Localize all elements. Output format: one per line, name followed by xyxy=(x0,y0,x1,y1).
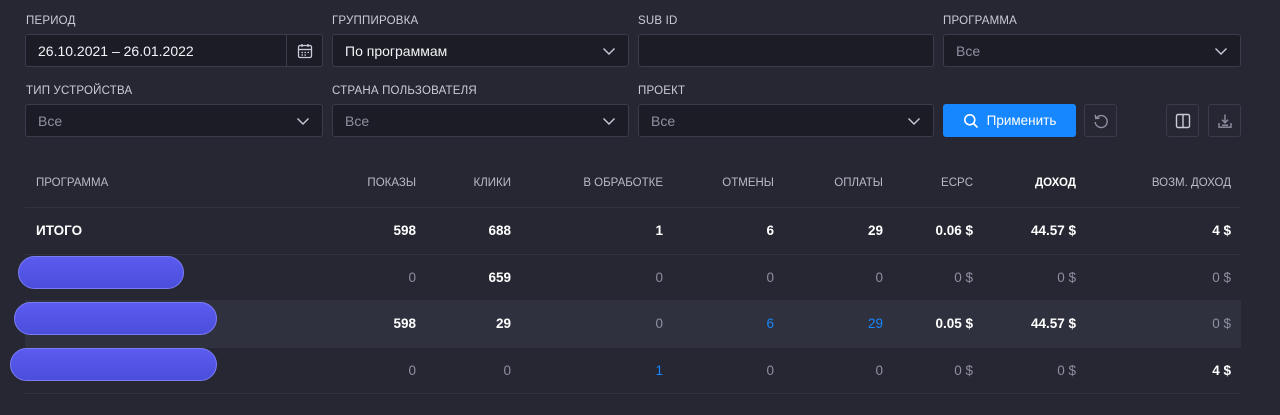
header-income[interactable]: ДОХОД xyxy=(1035,158,1076,207)
reset-icon xyxy=(1094,114,1108,128)
cell-cancels: 6 xyxy=(766,223,774,239)
reset-button[interactable] xyxy=(1084,104,1117,137)
cell-shows: 0 xyxy=(408,362,416,378)
country-select[interactable]: Все xyxy=(332,104,629,137)
cell-ecpc: 0.06 $ xyxy=(935,223,973,239)
header-cancels[interactable]: ОТМЕНЫ xyxy=(722,158,774,207)
cell-payments-link[interactable]: 29 xyxy=(868,301,883,347)
cell-shows: 598 xyxy=(393,316,416,332)
cell-processing: 1 xyxy=(655,223,663,239)
program-select[interactable]: Все xyxy=(943,34,1241,67)
grouping-label: ГРУППИРОВКА xyxy=(332,15,419,27)
subid-label: SUB ID xyxy=(638,15,678,27)
period-value: 26.10.2021 – 26.01.2022 xyxy=(38,42,194,59)
device-label: ТИП УСТРОЙСТВА xyxy=(26,85,133,97)
filters-panel: ПЕРИОД ГРУППИРОВКА SUB ID ПРОГРАММА 26.1… xyxy=(0,0,1280,150)
download-button[interactable] xyxy=(1208,104,1241,137)
cell-shows: 598 xyxy=(393,223,416,239)
header-processing[interactable]: В ОБРАБОТКЕ xyxy=(583,158,663,207)
cell-income: 0 $ xyxy=(1057,362,1076,378)
project-value: Все xyxy=(651,112,676,129)
apply-button[interactable]: Применить xyxy=(943,104,1076,137)
header-program[interactable]: ПРОГРАММА xyxy=(36,158,108,207)
cell-income: 44.57 $ xyxy=(1030,316,1076,332)
country-value: Все xyxy=(345,112,370,129)
cell-possible-income: 4 $ xyxy=(1212,223,1231,239)
header-ecpc[interactable]: ECPC xyxy=(941,158,973,207)
redaction-overlay xyxy=(14,302,217,335)
cell-income: 44.57 $ xyxy=(1030,223,1076,239)
apply-button-label: Применить xyxy=(986,113,1057,128)
period-label: ПЕРИОД xyxy=(26,15,76,27)
cell-ecpc: 0.05 $ xyxy=(935,316,973,332)
header-shows[interactable]: ПОКАЗЫ xyxy=(367,158,416,207)
chevron-down-icon xyxy=(603,48,615,55)
cell-processing: 0 xyxy=(655,269,663,285)
chevron-down-icon xyxy=(603,118,615,125)
program-value: Все xyxy=(956,42,981,59)
table-row[interactable]: 0 659 0 0 0 0 $ 0 $ 0 $ xyxy=(25,255,1241,301)
cell-ecpc: 0 $ xyxy=(954,269,973,285)
cell-possible-income: 0 $ xyxy=(1212,269,1231,285)
header-clicks[interactable]: КЛИКИ xyxy=(474,158,511,207)
columns-button[interactable] xyxy=(1166,104,1199,137)
cell-clicks: 688 xyxy=(488,223,511,239)
cell-payments: 29 xyxy=(867,223,883,239)
device-value: Все xyxy=(38,112,63,129)
cell-clicks: 0 xyxy=(503,362,511,378)
grouping-select[interactable]: По программам xyxy=(332,34,629,67)
project-label: ПРОЕКТ xyxy=(638,85,686,97)
project-select[interactable]: Все xyxy=(638,104,934,137)
download-icon xyxy=(1217,114,1232,128)
cell-processing: 0 xyxy=(655,316,663,332)
country-label: СТРАНА ПОЛЬЗОВАТЕЛЯ xyxy=(332,85,477,97)
table-row-total: ИТОГО 598 688 1 6 29 0.06 $ 44.57 $ 4 $ xyxy=(25,208,1241,255)
cell-clicks: 29 xyxy=(495,316,511,332)
redaction-overlay xyxy=(18,256,184,289)
columns-icon xyxy=(1175,113,1190,128)
chevron-down-icon xyxy=(908,118,920,125)
total-label: ИТОГО xyxy=(36,223,83,239)
calendar-icon[interactable] xyxy=(286,35,322,66)
search-icon xyxy=(963,113,978,128)
header-possible-income[interactable]: ВОЗМ. ДОХОД xyxy=(1152,158,1231,207)
cell-possible-income: 0 $ xyxy=(1212,316,1231,332)
cell-payments: 0 xyxy=(875,269,883,285)
cell-ecpc: 0 $ xyxy=(954,362,973,378)
cell-cancels: 0 xyxy=(766,362,774,378)
header-payments[interactable]: ОПЛАТЫ xyxy=(834,158,883,207)
cell-shows: 0 xyxy=(408,269,416,285)
grouping-value: По программам xyxy=(345,42,448,59)
cell-cancels-link[interactable]: 6 xyxy=(766,301,774,347)
cell-processing-link[interactable]: 1 xyxy=(655,348,663,394)
chevron-down-icon xyxy=(1215,48,1227,55)
program-label: ПРОГРАММА xyxy=(943,15,1018,27)
period-date-field[interactable]: 26.10.2021 – 26.01.2022 xyxy=(25,34,323,67)
chevron-down-icon xyxy=(297,118,309,125)
device-select[interactable]: Все xyxy=(25,104,323,137)
cell-clicks: 659 xyxy=(488,269,511,285)
cell-income: 0 $ xyxy=(1057,269,1076,285)
subid-input[interactable] xyxy=(638,34,934,67)
redaction-overlay xyxy=(10,348,217,381)
table-header: ПРОГРАММА ПОКАЗЫ КЛИКИ В ОБРАБОТКЕ ОТМЕН… xyxy=(25,158,1241,208)
cell-possible-income: 4 $ xyxy=(1212,362,1231,378)
cell-cancels: 0 xyxy=(766,269,774,285)
cell-payments: 0 xyxy=(875,362,883,378)
